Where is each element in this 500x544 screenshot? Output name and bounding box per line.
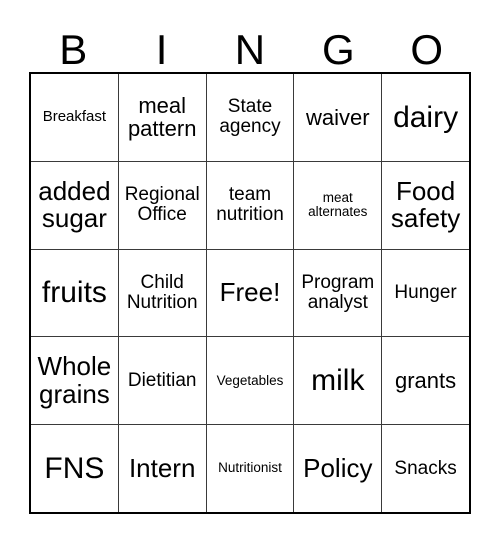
- bingo-cell[interactable]: Breakfast: [31, 74, 119, 161]
- bingo-cell[interactable]: grants: [382, 337, 469, 425]
- bingo-cell[interactable]: Food safety: [382, 161, 469, 249]
- bingo-card: B I N G O Breakfast meal pattern State a…: [29, 14, 471, 514]
- bingo-cell[interactable]: Whole grains: [31, 337, 119, 425]
- bingo-header-letter-o: O: [410, 26, 444, 73]
- bingo-cell-label: fruits: [41, 276, 107, 310]
- bingo-cell[interactable]: Vegetables: [206, 337, 295, 425]
- bingo-row: FNS Intern Nutritionist Policy Snacks: [31, 425, 469, 512]
- bingo-cell-label: Intern: [128, 452, 196, 483]
- bingo-header-letter-b: B: [59, 26, 88, 73]
- bingo-cell-label: Dietitian: [127, 369, 197, 391]
- bingo-row: added sugar Regional Office team nutriti…: [31, 161, 469, 250]
- bingo-cell-free-space[interactable]: Free!: [206, 249, 295, 337]
- bingo-cell-label: Program analyst: [301, 271, 375, 313]
- bingo-free-space-label: Free!: [219, 277, 281, 308]
- bingo-header-row: B I N G O: [29, 14, 471, 72]
- bingo-grid: Breakfast meal pattern State agency waiv…: [29, 72, 471, 514]
- bingo-cell-label: Whole grains: [37, 351, 112, 409]
- bingo-cell[interactable]: team nutrition: [206, 161, 295, 249]
- bingo-cell[interactable]: Snacks: [382, 425, 469, 512]
- bingo-cell-label: Nutritionist: [218, 460, 282, 476]
- bingo-cell[interactable]: State agency: [206, 74, 295, 161]
- bingo-cell-label: meal pattern: [127, 93, 197, 142]
- bingo-cell-label: Policy: [303, 452, 373, 483]
- bingo-cell[interactable]: waiver: [294, 74, 383, 161]
- bingo-cell-label: milk: [311, 363, 365, 397]
- bingo-cell-label: waiver: [306, 104, 370, 130]
- bingo-cell[interactable]: FNS: [31, 425, 119, 512]
- bingo-cell-label: Child Nutrition: [126, 271, 198, 313]
- bingo-cell[interactable]: dairy: [382, 74, 469, 161]
- bingo-cell[interactable]: Intern: [118, 425, 207, 512]
- bingo-cell[interactable]: fruits: [31, 249, 119, 337]
- bingo-cell[interactable]: Program analyst: [294, 249, 383, 337]
- bingo-cell[interactable]: milk: [294, 337, 383, 425]
- bingo-cell-label: Hunger: [394, 281, 457, 303]
- bingo-row: fruits Child Nutrition Free! Program ana…: [31, 249, 469, 338]
- bingo-cell-label: State agency: [219, 96, 281, 138]
- bingo-cell-label: grants: [395, 368, 457, 394]
- bingo-row: Whole grains Dietitian Vegetables milk g…: [31, 337, 469, 426]
- bingo-cell[interactable]: Dietitian: [118, 337, 207, 425]
- bingo-header-letter-g: G: [322, 26, 355, 73]
- bingo-header-letter-n: N: [234, 26, 266, 73]
- bingo-cell-label: Breakfast: [42, 108, 107, 126]
- bingo-cell-label: Vegetables: [216, 372, 284, 388]
- bingo-cell[interactable]: Hunger: [382, 249, 469, 337]
- bingo-cell[interactable]: Policy: [294, 425, 383, 512]
- bingo-cell-label: added sugar: [38, 175, 111, 234]
- bingo-cell[interactable]: meal pattern: [118, 74, 207, 161]
- bingo-cell[interactable]: meat alternates: [294, 161, 383, 249]
- bingo-row: Breakfast meal pattern State agency waiv…: [31, 74, 469, 162]
- bingo-cell-label: team nutrition: [216, 184, 284, 226]
- bingo-cell-label: meat alternates: [308, 189, 368, 220]
- bingo-cell[interactable]: Nutritionist: [206, 425, 295, 512]
- bingo-cell-label: FNS: [44, 451, 105, 485]
- bingo-cell[interactable]: added sugar: [31, 161, 119, 249]
- bingo-header-letter-i: I: [155, 26, 168, 73]
- bingo-cell-label: Food safety: [390, 175, 461, 234]
- bingo-cell-label: dairy: [393, 100, 459, 134]
- bingo-cell[interactable]: Regional Office: [118, 161, 207, 249]
- bingo-cell-label: Snacks: [394, 457, 457, 479]
- bingo-cell[interactable]: Child Nutrition: [118, 249, 207, 337]
- bingo-cell-label: Regional Office: [124, 184, 200, 226]
